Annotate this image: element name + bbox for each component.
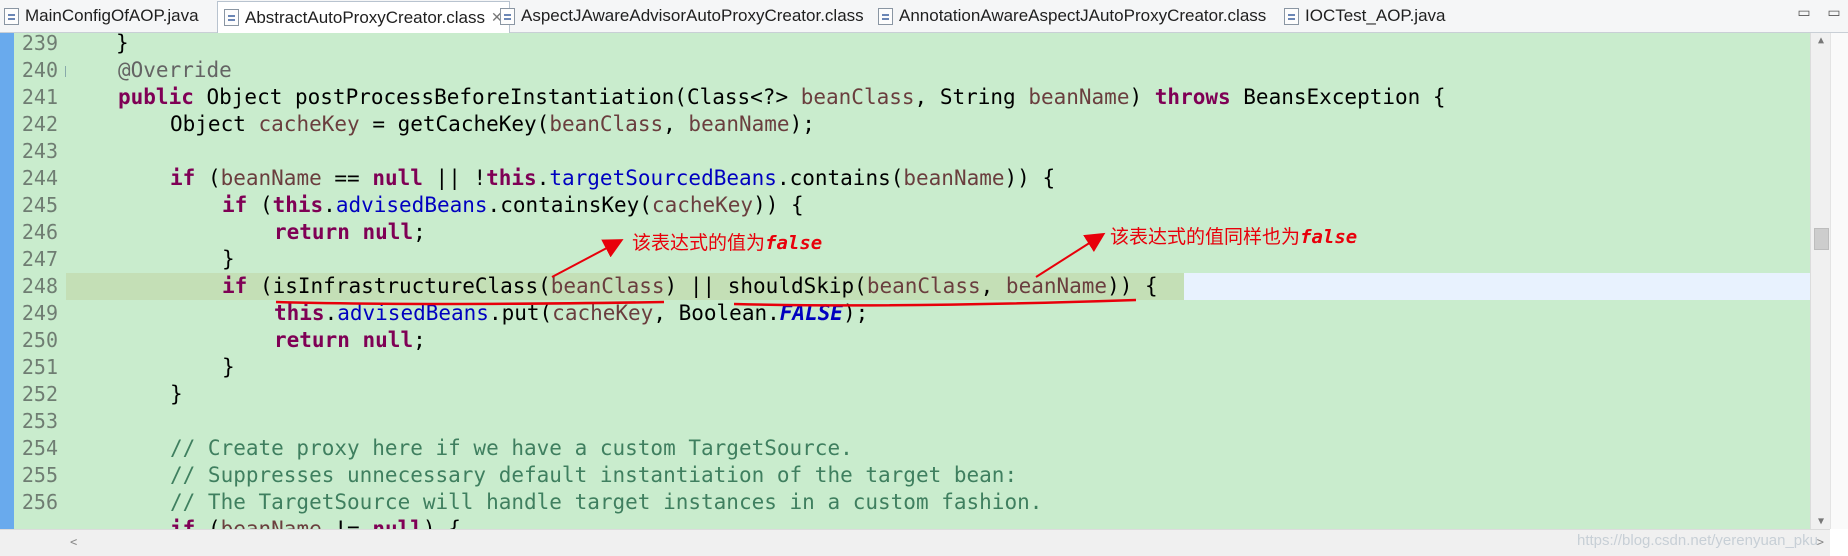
watermark: https://blog.csdn.net/yerenyuan_pku	[1577, 532, 1818, 549]
line-number: 255	[21, 463, 58, 487]
tab-label: AbstractAutoProxyCreator.class	[245, 7, 485, 27]
annotation-text: 该表达式的值同样也为	[1110, 226, 1301, 248]
line-number: 256	[21, 490, 58, 514]
line-number-gutter: 239 240 241 242 243 244 245 246 247 248 …	[14, 33, 76, 529]
override-annotation: @Override	[118, 58, 232, 82]
line-number: 243	[21, 139, 58, 163]
code-line-240: @Override	[118, 57, 232, 84]
overview-ruler-left	[0, 33, 14, 529]
vertical-scrollbar[interactable]: ▲ ▼	[1810, 33, 1830, 529]
editor-tab-bar: MainConfigOfAOP.java AbstractAutoProxyCr…	[0, 0, 1848, 33]
class-file-icon	[878, 7, 893, 25]
line-number: 244	[21, 166, 58, 190]
code-text-area[interactable]: } @Override public Object postProcessBef…	[66, 33, 1810, 529]
code-line-245: if (this.advisedBeans.containsKey(cacheK…	[222, 193, 804, 217]
annotation-text: 该表达式的值为	[632, 232, 766, 254]
window-controls: ▭ ▭	[1796, 4, 1842, 21]
code-line-239: }	[116, 33, 129, 57]
tab-abstractautoproxycreator[interactable]: AbstractAutoProxyCreator.class ✕	[217, 1, 510, 33]
code-line-247: }	[222, 247, 235, 271]
class-file-icon	[224, 9, 239, 26]
line-number: 245	[21, 193, 58, 217]
scroll-down-icon[interactable]: ▼	[1811, 516, 1830, 527]
tab-label: AspectJAwareAdvisorAutoProxyCreator.clas…	[521, 6, 864, 25]
horizontal-scrollbar[interactable]: < >	[66, 529, 1830, 556]
code-line-251: }	[222, 355, 235, 379]
brace: }	[116, 33, 129, 55]
line-number: 254	[21, 436, 58, 460]
scroll-left-icon[interactable]: <	[70, 535, 77, 549]
tab-ioctest-aop[interactable]: IOCTest_AOP.java	[1284, 0, 1445, 32]
tab-label: IOCTest_AOP.java	[1305, 6, 1446, 25]
annotation-value: false	[765, 232, 823, 254]
line-number: 242	[21, 112, 58, 136]
annotation-value: false	[1300, 226, 1358, 248]
line-number: 249	[21, 301, 58, 325]
code-line-257: if (beanName != null) {	[170, 517, 461, 529]
class-file-icon	[500, 7, 515, 25]
code-line-249: this.advisedBeans.put(cacheKey, Boolean.…	[274, 301, 869, 325]
code-line-250: return null;	[274, 328, 426, 352]
tab-aspectjawareadvisorautoproxycreator[interactable]: AspectJAwareAdvisorAutoProxyCreator.clas…	[500, 0, 864, 32]
scrollbar-thumb[interactable]	[1814, 228, 1829, 250]
minimize-icon[interactable]: ▭	[1796, 4, 1812, 21]
overview-ruler-right	[1830, 33, 1848, 529]
code-line-246: return null;	[274, 220, 426, 244]
line-number: 239	[21, 33, 58, 55]
code-line-256: // The TargetSource will handle target i…	[170, 490, 1043, 514]
line-number: 240	[21, 58, 58, 82]
tab-label: AnnotationAwareAspectJAutoProxyCreator.c…	[899, 6, 1267, 25]
tab-mainconfigofaop[interactable]: MainConfigOfAOP.java	[4, 0, 199, 32]
line-number: 253	[21, 409, 58, 433]
code-line-244: if (beanName == null || !this.targetSour…	[170, 166, 1056, 190]
line-number: 248	[21, 274, 58, 298]
maximize-icon[interactable]: ▭	[1826, 4, 1842, 21]
code-line-242: Object cacheKey = getCacheKey(beanClass,…	[170, 112, 815, 136]
scrollbar-corner	[0, 529, 66, 556]
tab-label: MainConfigOfAOP.java	[25, 6, 199, 25]
java-file-icon	[4, 7, 19, 25]
line-number: 251	[21, 355, 58, 379]
java-file-icon	[1284, 7, 1299, 25]
line-number: 247	[21, 247, 58, 271]
line-number: 252	[21, 382, 58, 406]
code-line-241: public Object postProcessBeforeInstantia…	[118, 85, 1446, 109]
current-line-highlight-rest	[1184, 273, 1810, 300]
change-indicator-band	[0, 33, 14, 529]
code-editor[interactable]: 239 240 241 242 243 244 245 246 247 248 …	[0, 33, 1830, 529]
line-number: 250	[21, 328, 58, 352]
line-number: 241	[21, 85, 58, 109]
code-line-254: // Create proxy here if we have a custom…	[170, 436, 853, 460]
annotation-note-1: 该表达式的值为false	[632, 228, 822, 255]
annotation-note-2: 该表达式的值同样也为false	[1110, 222, 1357, 249]
line-number: 246	[21, 220, 58, 244]
tab-annotationawareaspectjautoproxycreator[interactable]: AnnotationAwareAspectJAutoProxyCreator.c…	[878, 0, 1266, 32]
scroll-up-icon[interactable]: ▲	[1811, 35, 1830, 46]
code-line-255: // Suppresses unnecessary default instan…	[170, 463, 1018, 487]
code-line-252: }	[170, 382, 183, 406]
code-line-248: if (isInfrastructureClass(beanClass) || …	[222, 274, 1158, 298]
